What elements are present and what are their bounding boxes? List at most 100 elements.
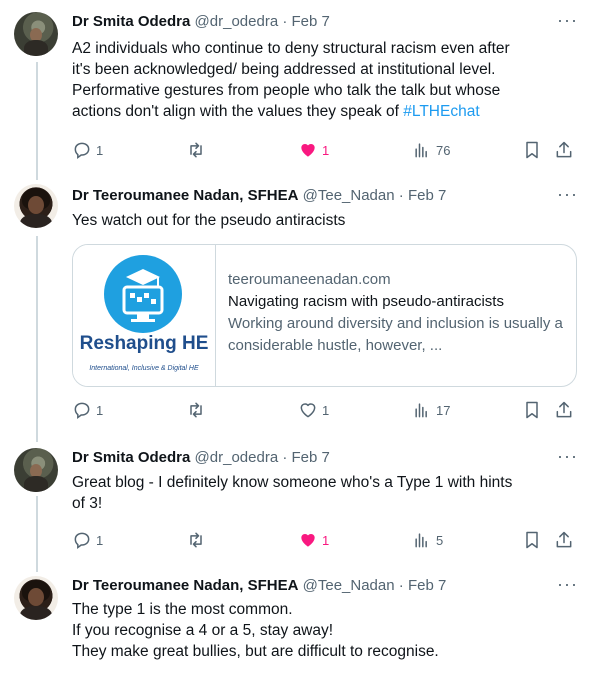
reply-icon bbox=[74, 532, 90, 549]
text-line: A2 individuals who continue to deny stru… bbox=[72, 40, 510, 57]
tweet-header: Dr Smita Odedra @dr_odedra · Feb 7 bbox=[72, 12, 330, 32]
tweet-actions: 1 1 17 bbox=[72, 398, 582, 422]
tweet-header: Dr Teeroumanee Nadan, SFHEA @Tee_Nadan ·… bbox=[72, 186, 446, 206]
views-chart-icon bbox=[415, 533, 427, 548]
view-count: 76 bbox=[436, 142, 451, 158]
hashtag-link[interactable]: #LTHEchat bbox=[403, 103, 479, 120]
reply-button[interactable]: 1 bbox=[72, 138, 103, 162]
bookmark-button[interactable] bbox=[522, 398, 542, 422]
author-name[interactable]: Dr Smita Odedra bbox=[72, 13, 190, 30]
reply-icon bbox=[74, 142, 90, 159]
conversation-thread: Dr Smita Odedra @dr_odedra · Feb 7 ··· A… bbox=[0, 0, 599, 680]
text-line: They make great bullies, but are difficu… bbox=[72, 643, 439, 660]
text-fragment: actions don't align with the values they… bbox=[72, 103, 404, 120]
tweet-actions: 1 1 5 bbox=[72, 528, 582, 552]
heart-filled-icon bbox=[301, 144, 315, 157]
text-line: of 3! bbox=[72, 495, 103, 512]
tweet-text: The type 1 is the most common. If you re… bbox=[72, 599, 577, 662]
author-name[interactable]: Dr Teeroumanee Nadan, SFHEA bbox=[72, 577, 298, 594]
avatar[interactable] bbox=[14, 576, 58, 620]
view-count: 5 bbox=[436, 532, 444, 548]
author-name[interactable]: Dr Teeroumanee Nadan, SFHEA bbox=[72, 187, 298, 204]
tweet-actions: 1 1 76 bbox=[72, 138, 582, 162]
card-thumbnail: Reshaping HE International, Inclusive & … bbox=[73, 245, 216, 386]
tweet-date[interactable]: Feb 7 bbox=[292, 449, 330, 466]
tweet-date[interactable]: Feb 7 bbox=[408, 187, 446, 204]
separator: · bbox=[398, 577, 404, 594]
text-line: it's been acknowledged/ being addressed … bbox=[72, 61, 496, 78]
reply-icon bbox=[74, 402, 90, 419]
avatar[interactable] bbox=[14, 12, 58, 56]
tweet-text: Great blog - I definitely know someone w… bbox=[72, 472, 577, 514]
bookmark-button[interactable] bbox=[522, 528, 542, 552]
logo-tagline: International, Inclusive & Digital HE bbox=[89, 365, 199, 372]
text-line: actions don't align with the values they… bbox=[72, 101, 577, 122]
retweet-icon bbox=[190, 532, 202, 548]
more-options-icon[interactable]: ··· bbox=[557, 575, 577, 598]
like-button[interactable]: 1 bbox=[298, 398, 329, 422]
author-name[interactable]: Dr Smita Odedra bbox=[72, 449, 190, 466]
more-options-icon[interactable]: ··· bbox=[557, 185, 577, 208]
like-count: 1 bbox=[322, 532, 330, 548]
tweet-text: A2 individuals who continue to deny stru… bbox=[72, 38, 577, 122]
retweet-icon bbox=[190, 142, 202, 158]
link-preview-card[interactable]: Reshaping HE International, Inclusive & … bbox=[72, 244, 577, 387]
reply-count: 1 bbox=[96, 532, 104, 548]
reply-count: 1 bbox=[96, 142, 104, 158]
like-count: 1 bbox=[322, 142, 330, 158]
graduation-monitor-icon bbox=[122, 269, 164, 322]
share-button[interactable] bbox=[554, 138, 574, 162]
card-title: Navigating racism with pseudo-antiracist… bbox=[228, 293, 504, 310]
card-domain: teeroumaneenadan.com bbox=[228, 271, 391, 288]
text-line: If you recognise a 4 or a 5, stay away! bbox=[72, 622, 334, 639]
share-icon bbox=[556, 141, 572, 158]
avatar[interactable] bbox=[14, 184, 58, 228]
avatar[interactable] bbox=[14, 448, 58, 492]
heart-icon bbox=[300, 403, 316, 418]
tweet-text: Yes watch out for the pseudo antiracists bbox=[72, 210, 577, 231]
bookmark-icon bbox=[526, 531, 538, 549]
views-button[interactable]: 5 bbox=[412, 528, 443, 552]
text-line: Yes watch out for the pseudo antiracists bbox=[72, 212, 346, 229]
separator: · bbox=[282, 13, 288, 30]
view-count: 17 bbox=[436, 402, 451, 418]
card-description: Working around diversity and inclusion i… bbox=[228, 315, 563, 354]
tweet[interactable]: Dr Smita Odedra @dr_odedra · Feb 7 ··· A… bbox=[0, 0, 599, 175]
author-handle[interactable]: @Tee_Nadan bbox=[303, 577, 395, 594]
tweet[interactable]: Dr Teeroumanee Nadan, SFHEA @Tee_Nadan ·… bbox=[0, 567, 599, 680]
tweet-date[interactable]: Feb 7 bbox=[292, 13, 330, 30]
author-handle[interactable]: @Tee_Nadan bbox=[303, 187, 395, 204]
heart-filled-icon bbox=[301, 534, 315, 547]
retweet-button[interactable] bbox=[186, 528, 206, 552]
views-chart-icon bbox=[415, 403, 427, 418]
retweet-icon bbox=[190, 402, 202, 418]
views-button[interactable]: 17 bbox=[412, 398, 450, 422]
card-text: teeroumaneenadan.com Navigating racism w… bbox=[228, 269, 563, 357]
bookmark-button[interactable] bbox=[522, 138, 542, 162]
more-options-icon[interactable]: ··· bbox=[557, 11, 577, 34]
separator: · bbox=[398, 187, 404, 204]
retweet-button[interactable] bbox=[186, 138, 206, 162]
reply-button[interactable]: 1 bbox=[72, 528, 103, 552]
share-button[interactable] bbox=[554, 398, 574, 422]
share-icon bbox=[556, 401, 572, 418]
like-button[interactable]: 1 bbox=[298, 138, 329, 162]
views-button[interactable]: 76 bbox=[412, 138, 450, 162]
bookmark-icon bbox=[526, 401, 538, 419]
tweet-date[interactable]: Feb 7 bbox=[408, 577, 446, 594]
author-handle[interactable]: @dr_odedra bbox=[195, 13, 279, 30]
retweet-button[interactable] bbox=[186, 398, 206, 422]
views-chart-icon bbox=[415, 143, 427, 158]
like-button[interactable]: 1 bbox=[298, 528, 329, 552]
tweet[interactable]: Dr Smita Odedra @dr_odedra · Feb 7 ··· G… bbox=[0, 437, 599, 567]
share-button[interactable] bbox=[554, 528, 574, 552]
reply-button[interactable]: 1 bbox=[72, 398, 103, 422]
reply-count: 1 bbox=[96, 402, 104, 418]
text-line: The type 1 is the most common. bbox=[72, 601, 293, 618]
author-handle[interactable]: @dr_odedra bbox=[195, 449, 279, 466]
reshaping-he-logo bbox=[104, 255, 182, 333]
more-options-icon[interactable]: ··· bbox=[557, 447, 577, 470]
tweet-header: Dr Teeroumanee Nadan, SFHEA @Tee_Nadan ·… bbox=[72, 576, 446, 596]
share-icon bbox=[556, 531, 572, 548]
tweet[interactable]: Dr Teeroumanee Nadan, SFHEA @Tee_Nadan ·… bbox=[0, 175, 599, 437]
